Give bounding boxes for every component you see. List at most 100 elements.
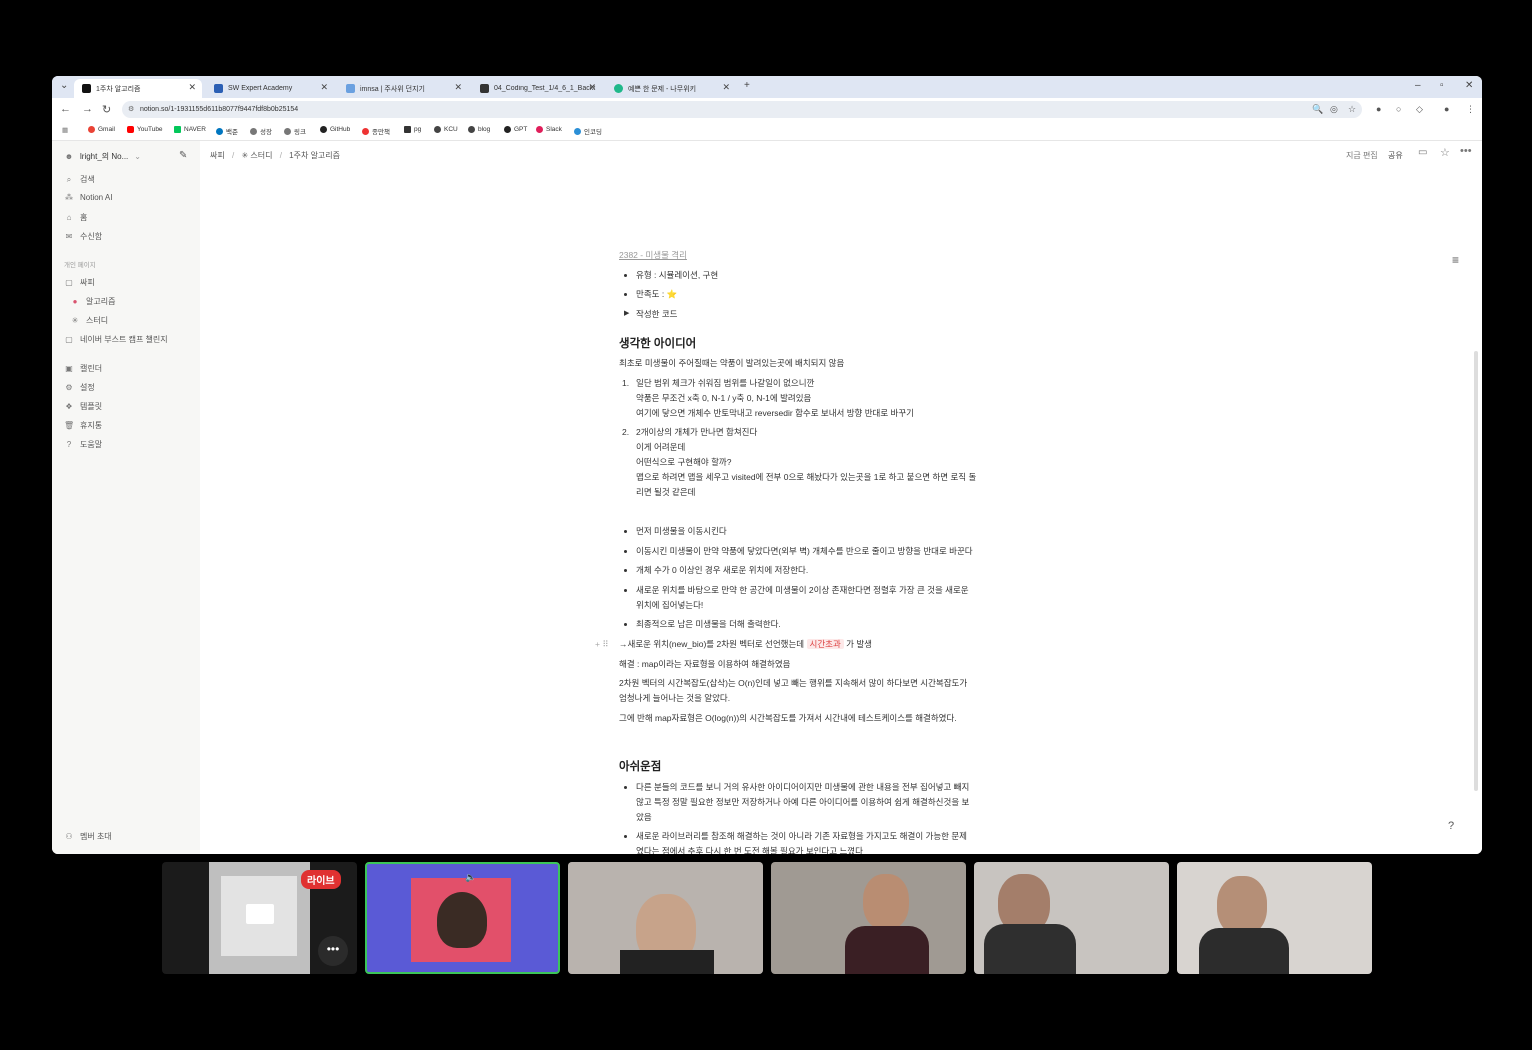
- close-icon[interactable]: ✕: [722, 82, 730, 93]
- extension-icon[interactable]: ●: [1376, 104, 1381, 114]
- bookmark-gmail[interactable]: Gmail: [88, 126, 115, 133]
- forward-icon[interactable]: →: [82, 103, 93, 115]
- inbox-icon: ✉: [65, 232, 73, 241]
- participant-tile-1[interactable]: 🔈: [365, 862, 560, 974]
- tab-1[interactable]: 1주차 알고리즘 ✕: [74, 79, 202, 98]
- tab-5[interactable]: 예쁜 한 문제 - 나무위키 ✕: [606, 79, 736, 98]
- new-page-icon[interactable]: ✎: [179, 150, 187, 161]
- participant-tile-5[interactable]: [1177, 862, 1372, 974]
- sidebar-item-inbox[interactable]: ✉ 수신함: [64, 231, 102, 242]
- sidebar-item-help[interactable]: ? 도움말: [64, 439, 102, 450]
- eye-off-icon[interactable]: ◎: [1330, 104, 1338, 115]
- calendar-icon: ▣: [65, 364, 73, 373]
- participant-tile-2[interactable]: [568, 862, 763, 974]
- code-toggle[interactable]: ▶ 작성한 코드: [624, 308, 677, 320]
- bookmark-naver[interactable]: NAVER: [174, 126, 206, 133]
- site-icon: [346, 84, 355, 93]
- caret-right-icon[interactable]: ▶: [624, 308, 629, 320]
- tab-4[interactable]: 04_Coding_Test_1/4_6_1_Backt ✕: [472, 79, 602, 98]
- url-input[interactable]: ⚙ notion.so/1-1931155d611b8077f9447fdf8b…: [122, 101, 1362, 118]
- bookmark-slack[interactable]: Slack: [536, 126, 562, 133]
- more-options-icon[interactable]: •••: [318, 936, 348, 966]
- back-icon[interactable]: ←: [60, 103, 71, 115]
- github-icon: [480, 84, 489, 93]
- invite-label: 멤버 초대: [80, 832, 112, 841]
- bookmark-youtube[interactable]: YouTube: [127, 126, 163, 133]
- sidebar-item-notion-ai[interactable]: ⁂ Notion AI: [64, 193, 112, 202]
- list-item: 만족도 : ⭐: [623, 289, 678, 299]
- block-handle-icon[interactable]: + ⠿: [595, 638, 609, 650]
- more-icon[interactable]: •••: [1460, 145, 1472, 157]
- sidebar-item-settings[interactable]: ⚙ 설정: [64, 382, 94, 393]
- zoom-icon[interactable]: 🔍: [1312, 104, 1323, 115]
- notion-sidebar: ☻ lright_의 No... ⌄ ✎ ⌕ 검색 ⁂ Notion AI ⌂ 홈 ✉…: [52, 141, 200, 854]
- bookmark-encoding[interactable]: 인코딩: [574, 126, 602, 136]
- paragraph: 해결 : map이라는 자료형을 이용하여 해결하였음: [619, 659, 791, 669]
- bookmark-kcu[interactable]: KCU: [434, 126, 458, 133]
- participant-tile-3[interactable]: [771, 862, 966, 974]
- scrollbar[interactable]: [1474, 351, 1478, 791]
- bookmark-star-icon[interactable]: ☆: [1348, 104, 1356, 115]
- comment-icon[interactable]: ▭: [1418, 147, 1427, 158]
- bookmark-growth[interactable]: 성장: [250, 126, 272, 136]
- bookmark-pg[interactable]: pg: [404, 126, 421, 133]
- extension2-icon[interactable]: ○: [1396, 104, 1401, 114]
- workspace-switcher[interactable]: ☻ lright_의 No... ⌄: [64, 151, 141, 162]
- maximize-icon[interactable]: ▫: [1440, 80, 1444, 91]
- favorite-star-icon[interactable]: ☆: [1440, 146, 1450, 159]
- participant-tile-4[interactable]: [974, 862, 1169, 974]
- participant-face: [1217, 876, 1267, 936]
- problem-title[interactable]: 2382 - 미생물 격리: [619, 249, 687, 261]
- puzzle-icon[interactable]: ◇: [1416, 104, 1423, 115]
- screen-share-tile[interactable]: 라이브 •••: [162, 862, 357, 974]
- sidebar-item-label: 템플릿: [80, 402, 103, 411]
- profile-icon[interactable]: ●: [1444, 104, 1449, 114]
- breadcrumb-item[interactable]: 1주차 알고리즘: [289, 151, 340, 160]
- breadcrumb-item[interactable]: 싸피: [210, 151, 225, 160]
- close-icon[interactable]: ✕: [320, 82, 328, 93]
- sidebar-item-algorithm[interactable]: ● 알고리즘: [70, 296, 116, 307]
- window-close-icon[interactable]: ✕: [1465, 80, 1473, 91]
- outline-icon[interactable]: ≡: [1452, 253, 1459, 267]
- bookmark-gpt[interactable]: GPT: [504, 126, 527, 133]
- sidebar-item-ssafy[interactable]: ▢ 싸피: [64, 277, 95, 288]
- invite-members[interactable]: ⚇ 멤버 초대: [64, 831, 112, 842]
- sidebar-item-label: 도움말: [80, 440, 103, 449]
- bookmark-book[interactable]: 종만책: [362, 126, 390, 136]
- site-info-icon[interactable]: ⚙: [128, 101, 134, 118]
- gear-icon: ⚙: [65, 383, 73, 392]
- list-item: 개체 수가 0 이상인 경우 새로운 위치에 저장한다.: [623, 565, 809, 575]
- person-add-icon: ⚇: [65, 832, 73, 841]
- search-icon: ⌕: [66, 174, 72, 184]
- participant-face: [863, 874, 909, 930]
- sidebar-item-study[interactable]: ✳ 스터디: [70, 315, 108, 326]
- bookmark-baekjoon[interactable]: 백준: [216, 126, 238, 136]
- section-heading: 아쉬운점: [619, 761, 662, 773]
- bookmark-link[interactable]: 링크: [284, 126, 306, 136]
- menu-icon[interactable]: ⋮: [1466, 104, 1475, 115]
- apps-icon[interactable]: ▦: [62, 126, 68, 134]
- swea-icon: [214, 84, 223, 93]
- list-item: 일단 범위 체크가 쉬워짐 범위를 나갈일이 없으니깐: [636, 378, 815, 388]
- breadcrumb-item[interactable]: 스터디: [250, 151, 272, 160]
- close-icon[interactable]: ✕: [188, 82, 196, 93]
- sidebar-item-calendar[interactable]: ▣ 캘린더: [64, 363, 102, 374]
- tab-3[interactable]: imnsa | 주사위 던지기 ✕: [338, 79, 468, 98]
- tab-search-icon[interactable]: ⌄: [60, 80, 68, 91]
- help-button-icon[interactable]: ?: [1448, 820, 1454, 832]
- sidebar-item-templates[interactable]: ❖ 템플릿: [64, 401, 102, 412]
- new-tab-icon[interactable]: +: [744, 80, 750, 91]
- sidebar-item-search[interactable]: ⌕ 검색: [64, 174, 95, 185]
- reload-icon[interactable]: ↻: [102, 103, 111, 116]
- sidebar-item-trash[interactable]: 🗑 휴지통: [64, 420, 102, 431]
- bookmark-github[interactable]: GitHub: [320, 126, 350, 133]
- share-button[interactable]: 공유: [1388, 150, 1403, 161]
- minimize-icon[interactable]: –: [1415, 80, 1421, 91]
- close-icon[interactable]: ✕: [588, 82, 596, 93]
- bookmark-blog[interactable]: blog: [468, 126, 490, 133]
- sidebar-item-naver-boostcamp[interactable]: ▢ 네이버 부스트 캠프 챌린지: [64, 334, 167, 345]
- tab-2[interactable]: SW Expert Academy ✕: [206, 79, 334, 98]
- sidebar-item-home[interactable]: ⌂ 홈: [64, 212, 88, 223]
- close-icon[interactable]: ✕: [454, 82, 462, 93]
- paragraph: →새로운 위치(new_bio)를 2차원 벡터로 선언했는데 시간초과 가 발…: [619, 639, 872, 649]
